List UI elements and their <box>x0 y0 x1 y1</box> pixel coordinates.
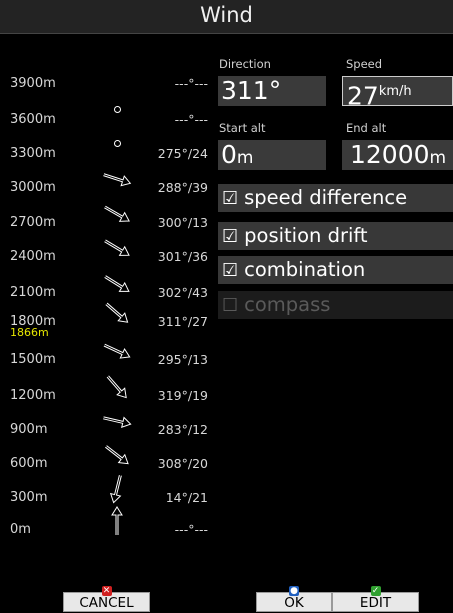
altitude-label: 3000m <box>10 180 56 195</box>
wind-direction-speed: 302°/43 <box>157 285 208 300</box>
wind-direction-speed: 288°/39 <box>157 180 208 195</box>
altitude-label: 3600m <box>10 112 56 127</box>
wind-arrow-icon <box>103 173 132 187</box>
direction-label: Direction <box>219 57 271 71</box>
wind-direction-speed: 300°/13 <box>157 215 208 230</box>
direction-value: 311° <box>221 76 282 105</box>
wind-direction-speed: 275°/24 <box>157 146 208 161</box>
altitude-label: 2100m <box>10 285 56 300</box>
option-label: position drift <box>244 224 368 247</box>
end-alt-value: 12000 <box>350 140 430 169</box>
wind-arrow-icon <box>103 343 131 359</box>
checkbox-unchecked-icon: ☐ <box>222 295 239 316</box>
wind-arrow-icon <box>105 302 129 323</box>
wind-arrow-icon <box>104 205 130 222</box>
end-alt-field[interactable]: 12000m <box>342 140 453 170</box>
altitude-label: 3900m <box>10 76 56 91</box>
cancel-label: CANCEL <box>79 595 134 611</box>
option-label: speed difference <box>244 186 408 209</box>
ok-button[interactable]: ● OK <box>256 586 332 612</box>
cancel-button[interactable]: ✕ CANCEL <box>63 586 150 612</box>
wind-direction-speed: 301°/36 <box>157 249 208 264</box>
checkbox-checked-icon: ☑ <box>222 188 239 209</box>
option-speed-difference[interactable]: ☑ speed difference <box>218 184 453 212</box>
wind-direction-speed: ---°--- <box>174 76 208 91</box>
altitude-label: 600m <box>10 456 48 471</box>
calm-wind-icon <box>114 106 121 113</box>
wind-direction-speed: 283°/12 <box>157 422 208 437</box>
altitude-label: 1200m <box>10 388 56 403</box>
option-label: compass <box>244 293 331 316</box>
current-altitude-marker: 1866m <box>10 326 49 339</box>
wind-direction-speed: ---°--- <box>174 522 208 537</box>
title-bar: Wind <box>0 0 453 34</box>
altitude-label: 900m <box>10 422 48 437</box>
start-alt-label: Start alt <box>219 121 266 135</box>
altitude-label: 2700m <box>10 215 56 230</box>
ok-label: OK <box>284 595 304 611</box>
speed-value: 27 <box>347 81 379 111</box>
wind-arrow-icon <box>103 416 132 428</box>
window-title: Wind <box>200 3 253 27</box>
direction-field[interactable]: 311° <box>218 76 326 106</box>
altitude-label: 3300m <box>10 146 56 161</box>
start-alt-unit: m <box>236 148 254 168</box>
ok-icon: ● <box>289 586 299 596</box>
wind-direction-speed: 319°/19 <box>157 388 208 403</box>
wind-arrow-icon <box>104 275 130 292</box>
end-alt-label: End alt <box>346 121 387 135</box>
checkbox-checked-icon: ☑ <box>222 260 239 281</box>
speed-label: Speed <box>346 57 383 71</box>
speed-unit: km/h <box>378 84 412 99</box>
altitude-label: 0m <box>10 522 31 537</box>
wind-arrow-icon <box>105 445 129 465</box>
altitude-label: 300m <box>10 490 48 505</box>
option-label: combination <box>244 258 366 281</box>
wind-direction-speed: ---°--- <box>174 112 208 127</box>
cancel-x-icon: ✕ <box>101 586 112 596</box>
wind-arrow-icon <box>106 375 127 399</box>
start-alt-value: 0 <box>221 140 237 169</box>
checkbox-checked-icon: ☑ <box>222 226 239 247</box>
wind-arrow-icon <box>109 475 122 504</box>
speed-field[interactable]: 27km/h <box>342 76 453 110</box>
option-position-drift[interactable]: ☑ position drift <box>218 222 453 250</box>
altitude-label: 1500m <box>10 352 56 367</box>
wind-arrow-icon <box>111 506 123 535</box>
edit-button[interactable]: ✓ EDIT <box>332 586 419 612</box>
wind-direction-speed: 295°/13 <box>157 352 208 367</box>
wind-direction-speed: 14°/21 <box>165 490 208 505</box>
altitude-label: 2400m <box>10 249 56 264</box>
edit-label: EDIT <box>359 595 392 611</box>
wind-direction-speed: 311°/27 <box>157 314 208 329</box>
end-alt-unit: m <box>429 148 447 168</box>
calm-wind-icon <box>114 140 121 147</box>
wind-direction-speed: 308°/20 <box>157 456 208 471</box>
start-alt-field[interactable]: 0m <box>218 140 326 170</box>
option-compass[interactable]: ☐ compass <box>218 291 453 319</box>
edit-check-icon: ✓ <box>370 586 381 596</box>
option-combination[interactable]: ☑ combination <box>218 256 453 284</box>
wind-arrow-icon <box>104 239 130 256</box>
